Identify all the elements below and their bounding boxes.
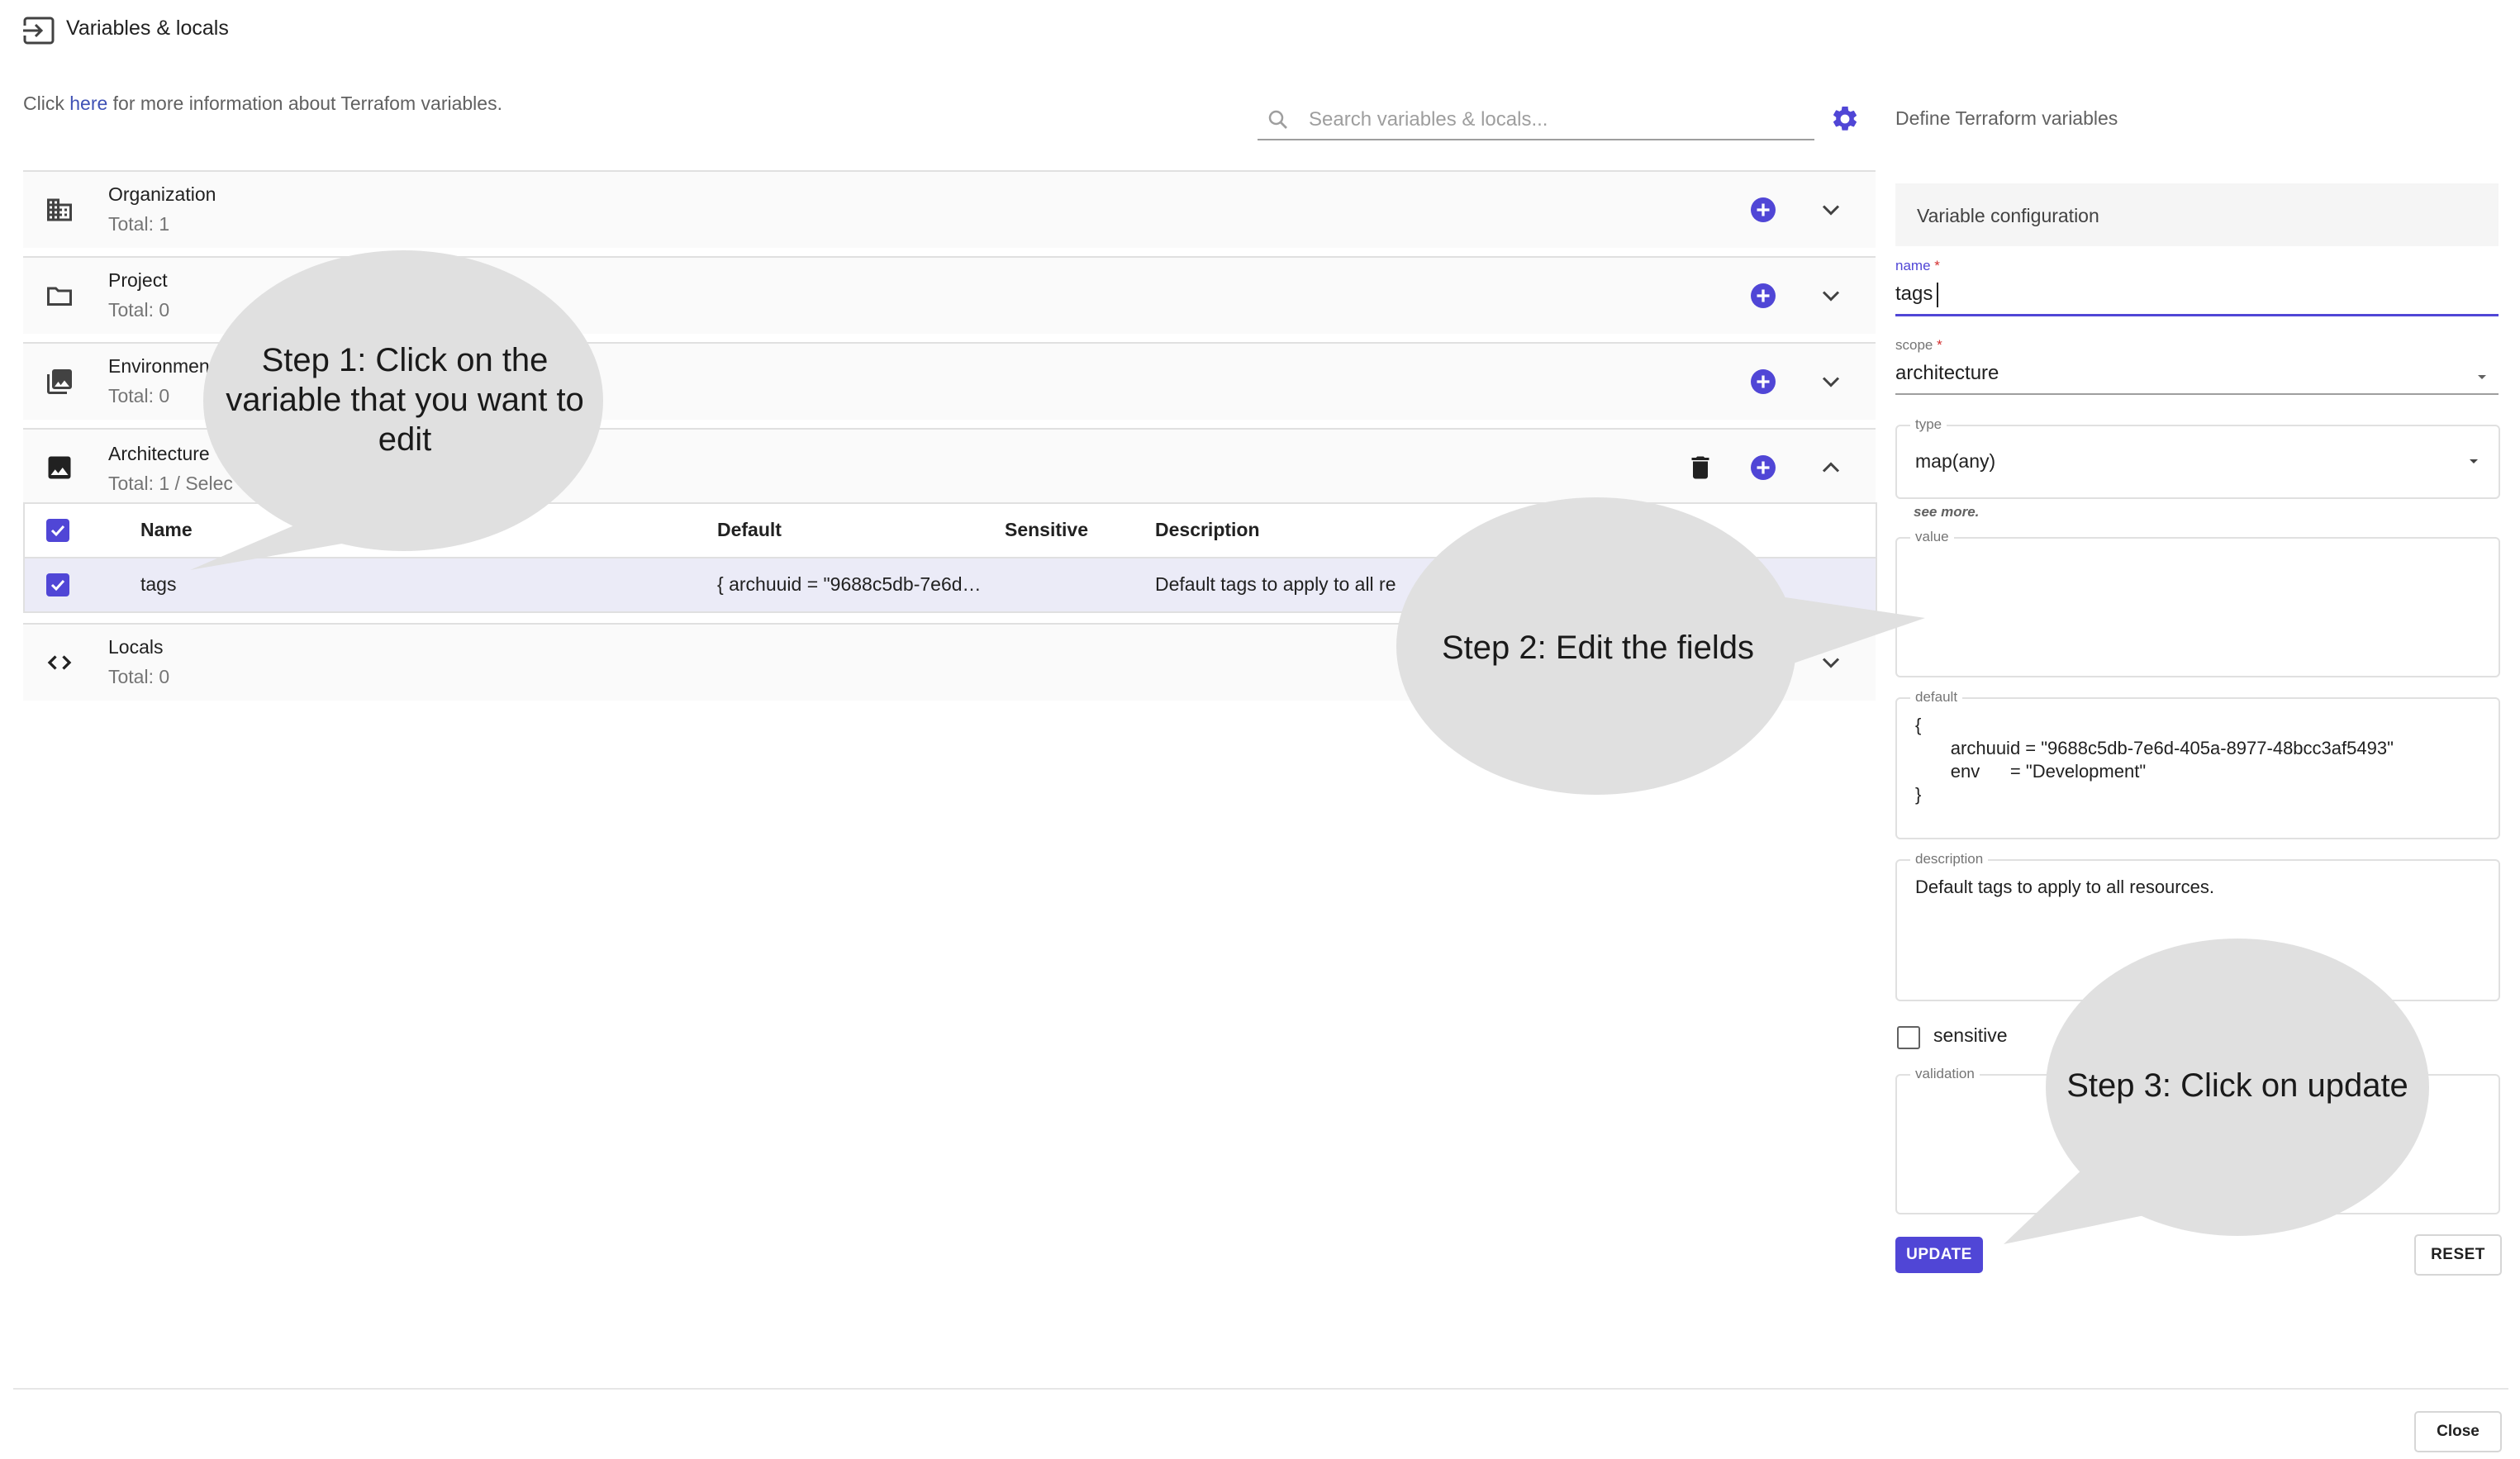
trash-icon[interactable] [1686, 453, 1715, 482]
cell-description: Default tags to apply to all re [1155, 573, 1396, 595]
value-field[interactable]: value [1895, 529, 2500, 677]
type-label: type [1910, 416, 1947, 433]
dropdown-arrow-icon [2470, 459, 2478, 463]
search-icon [1268, 110, 1287, 129]
type-select[interactable]: type map(any) [1895, 416, 2500, 499]
footer-divider [13, 1388, 2508, 1390]
name-field[interactable]: name * tags [1895, 258, 2499, 316]
callout-step1-text: Step 1: Click on the variable that you w… [226, 342, 584, 458]
add-circle-icon[interactable] [1748, 281, 1778, 311]
type-value: map(any) [1915, 450, 1996, 472]
name-value[interactable]: tags [1895, 283, 1933, 306]
chevron-down-icon[interactable] [1816, 367, 1846, 397]
scope-title: Locals [108, 636, 164, 658]
chevron-down-icon[interactable] [1816, 195, 1846, 225]
name-label: name * [1895, 258, 1940, 273]
image-icon [48, 456, 71, 479]
building-icon [47, 198, 72, 221]
image-stack-icon [47, 369, 72, 394]
text-cursor [1937, 283, 1938, 307]
description-value[interactable]: Default tags to apply to all resources. [1915, 876, 2214, 899]
row-checkbox[interactable] [46, 573, 69, 596]
input-icon [23, 17, 55, 45]
column-description[interactable]: Description [1155, 519, 1260, 541]
default-field[interactable]: default { archuuid = "9688c5db-7e6d-405a… [1895, 689, 2500, 839]
page-title: Variables & locals [66, 17, 229, 40]
info-text: Click here for more information about Te… [23, 93, 502, 115]
column-default[interactable]: Default [717, 519, 782, 541]
update-button[interactable]: UPDATE [1895, 1237, 1983, 1273]
sensitive-label: sensitive [1933, 1024, 2008, 1046]
info-link[interactable]: here [69, 93, 107, 114]
dropdown-arrow-icon [2478, 375, 2486, 379]
cell-default: { archuuid = "9688c5db-7e6d… [717, 573, 982, 595]
section-header: Variable configuration [1895, 183, 2499, 246]
info-prefix: Click [23, 93, 70, 114]
folder-icon [47, 287, 72, 306]
scope-organization[interactable]: Organization Total: 1 [23, 170, 1876, 248]
add-circle-icon[interactable] [1748, 453, 1778, 482]
chevron-down-icon[interactable] [1816, 281, 1846, 311]
callout-step3: Step 3: Click on update [1999, 939, 2437, 1252]
scope-total: Total: 1 [108, 213, 170, 235]
gear-icon[interactable] [1830, 104, 1860, 134]
sensitive-checkbox[interactable] [1897, 1026, 1920, 1049]
scope-title: Project [108, 269, 168, 291]
code-icon [47, 655, 72, 670]
callout-step2: Step 2: Edit the fields [1388, 496, 1933, 801]
callout-step3-text: Step 3: Click on update [2066, 1067, 2408, 1104]
search-input[interactable] [1307, 104, 1806, 135]
scope-title: Organization [108, 183, 216, 205]
column-sensitive[interactable]: Sensitive [1005, 519, 1088, 541]
scope-select[interactable]: scope * architecture [1895, 337, 2499, 395]
validation-label: validation [1910, 1066, 1980, 1082]
scope-value: architecture [1895, 362, 1999, 384]
callout-step1: Step 1: Click on the variable that you w… [165, 248, 611, 578]
scope-total: Total: 0 [108, 666, 170, 687]
add-circle-icon[interactable] [1748, 195, 1778, 225]
search-field[interactable] [1258, 101, 1814, 140]
info-suffix: for more information about Terrafom vari… [107, 93, 502, 114]
scope-label: scope * [1895, 337, 1942, 353]
default-value[interactable]: { archuuid = "9688c5db-7e6d-405a-8977-48… [1915, 714, 2394, 806]
add-circle-icon[interactable] [1748, 367, 1778, 397]
scope-total: Total: 0 [108, 299, 170, 321]
description-label: description [1910, 851, 1989, 867]
panel-title: Define Terraform variables [1895, 107, 2118, 129]
section-title: Variable configuration [1917, 205, 2099, 226]
callout-step2-text: Step 2: Edit the fields [1441, 630, 1754, 666]
chevron-up-icon[interactable] [1816, 453, 1846, 482]
select-all-checkbox[interactable] [46, 519, 69, 542]
scope-total: Total: 0 [108, 385, 170, 406]
close-button[interactable]: Close [2414, 1411, 2502, 1452]
